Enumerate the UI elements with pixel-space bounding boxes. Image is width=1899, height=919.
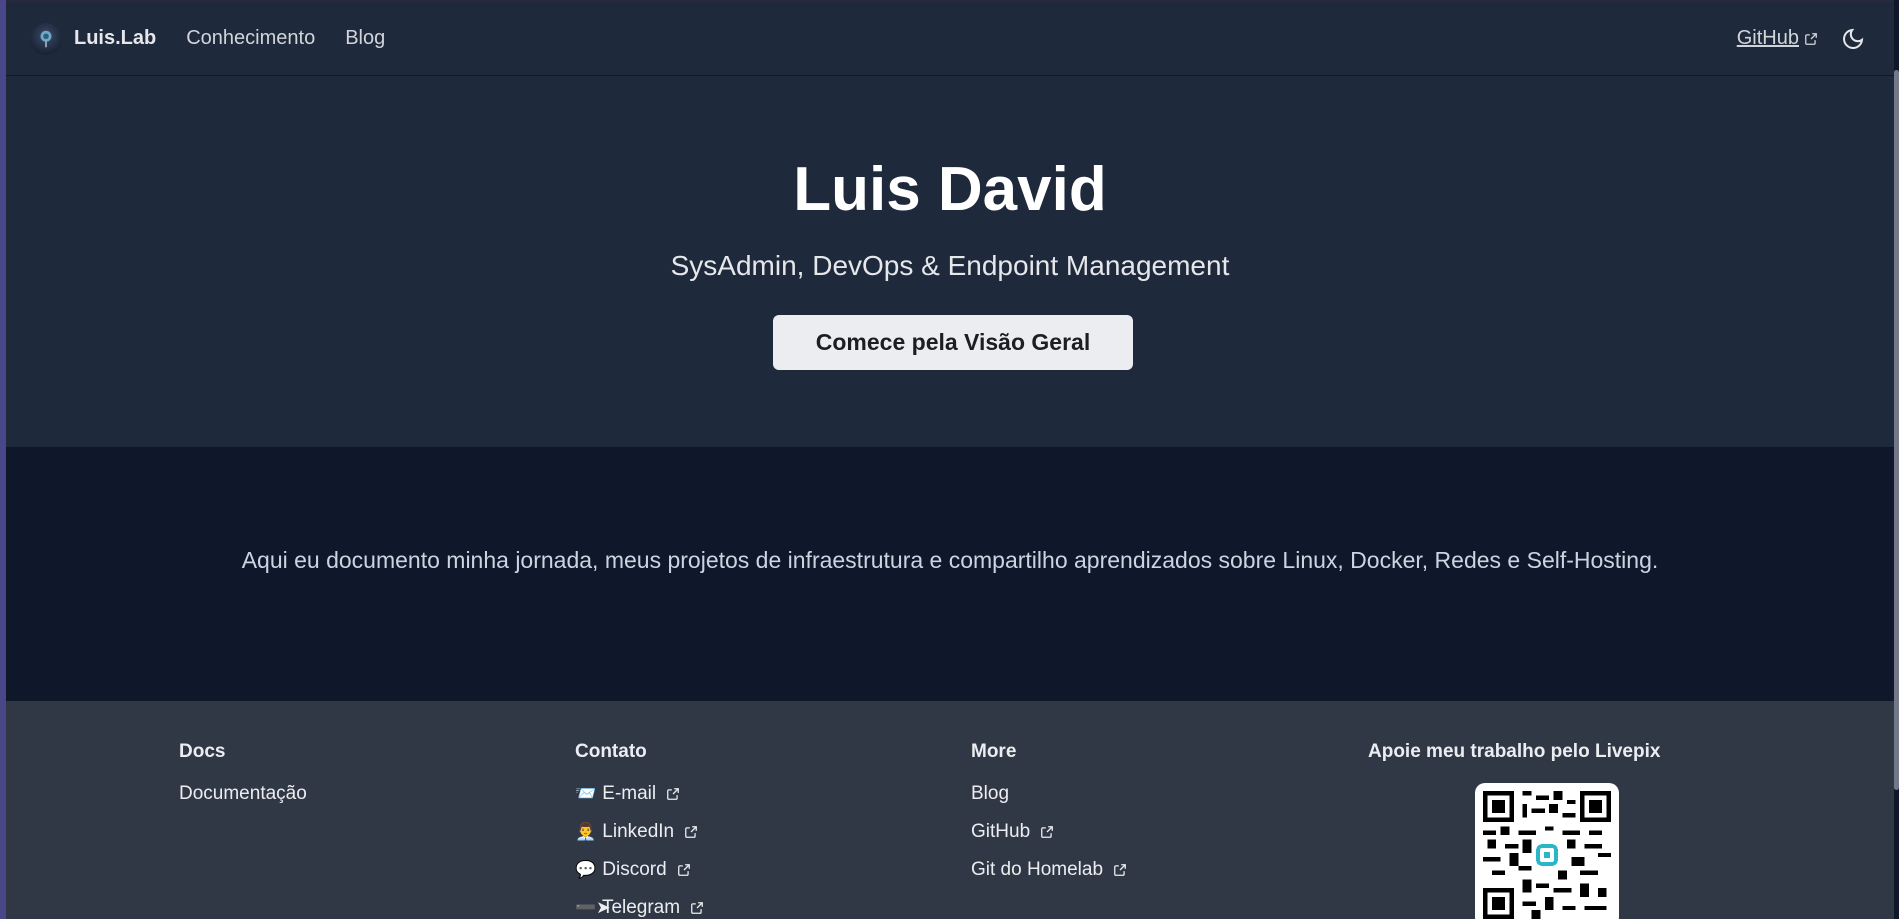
footer: Docs Documentação Contato 📨 E-mail 👨‍💼 L… xyxy=(6,701,1894,919)
footer-link-label: Telegram xyxy=(601,897,681,918)
intro-text: Aqui eu documento minha jornada, meus pr… xyxy=(241,547,1659,573)
theme-toggle-button[interactable] xyxy=(1838,24,1868,54)
qr-code-icon xyxy=(1483,791,1611,919)
footer-col-docs: Docs Documentação xyxy=(179,741,307,821)
external-link-icon xyxy=(685,826,698,838)
footer-heading-support: Apoie meu trabalho pelo Livepix xyxy=(1368,741,1661,762)
get-started-button[interactable]: Comece pela Visão Geral xyxy=(773,315,1133,370)
livepix-qr-code xyxy=(1475,783,1619,919)
navbar: Luis.Lab Conhecimento Blog GitHub xyxy=(6,0,1894,76)
scrollbar[interactable] xyxy=(1894,70,1899,790)
brand-logo-icon xyxy=(30,22,62,55)
external-link-icon xyxy=(667,788,680,800)
hero-subtitle: SysAdmin, DevOps & Endpoint Management xyxy=(670,250,1230,281)
footer-col-support: Apoie meu trabalho pelo Livepix xyxy=(1368,741,1660,783)
footer-link-label: GitHub xyxy=(971,821,1031,842)
external-link-icon xyxy=(678,864,690,876)
footer-link-label: E-mail xyxy=(602,783,657,804)
moon-icon xyxy=(1843,28,1864,49)
footer-col-contato: Contato 📨 E-mail 👨‍💼 LinkedIn 💬 Discord … xyxy=(575,741,704,919)
speech-bubble-icon: 💬 xyxy=(575,860,597,879)
nav-link-github[interactable]: GitHub xyxy=(1737,27,1818,50)
footer-link-discord[interactable]: 💬 Discord xyxy=(575,859,704,897)
footer-link-label: Discord xyxy=(602,859,667,880)
external-link-icon xyxy=(691,902,704,914)
envelope-icon: 📨 xyxy=(575,784,597,803)
hero-banner: Luis David SysAdmin, DevOps & Endpoint M… xyxy=(6,76,1894,447)
footer-link-label: Git do Homelab xyxy=(971,859,1104,880)
nav-link-blog[interactable]: Blog xyxy=(345,27,385,50)
brand-title: Luis.Lab xyxy=(74,27,157,49)
hero-title: Luis David xyxy=(793,155,1107,224)
footer-link-documentacao[interactable]: Documentação xyxy=(179,783,307,821)
external-link-icon xyxy=(1041,826,1054,838)
businessman-icon: 👨‍💼 xyxy=(575,822,597,841)
navbar-right: GitHub xyxy=(1737,24,1868,54)
nav-link-conhecimento[interactable]: Conhecimento xyxy=(186,27,315,50)
footer-link-telegram[interactable]: ➖➤ Telegram xyxy=(575,897,704,919)
brand-link[interactable]: Luis.Lab xyxy=(30,22,157,55)
intro-section: Aqui eu documento minha jornada, meus pr… xyxy=(6,447,1894,701)
footer-col-more: More Blog GitHub Git do Homelab xyxy=(971,741,1127,897)
footer-link-email[interactable]: 📨 E-mail xyxy=(575,783,704,821)
external-link-icon xyxy=(1805,32,1817,45)
footer-link-label: LinkedIn xyxy=(602,821,675,842)
footer-heading-contato: Contato xyxy=(575,741,647,762)
external-link-icon xyxy=(1114,864,1127,876)
footer-heading-docs: Docs xyxy=(179,741,226,762)
footer-link-git-homelab[interactable]: Git do Homelab xyxy=(971,859,1127,897)
nav-github-label: GitHub xyxy=(1736,27,1799,49)
footer-heading-more: More xyxy=(971,741,1017,762)
footer-link-linkedin[interactable]: 👨‍💼 LinkedIn xyxy=(575,821,704,859)
footer-link-github[interactable]: GitHub xyxy=(971,821,1127,859)
footer-link-blog[interactable]: Blog xyxy=(971,783,1127,821)
arrow-icon: ➖➤ xyxy=(575,898,611,917)
